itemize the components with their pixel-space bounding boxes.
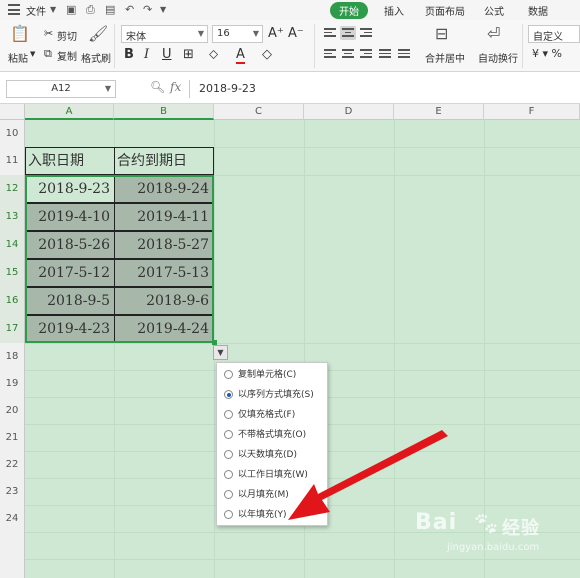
annotation-arrow xyxy=(288,430,448,520)
watermark-logo: Bai xyxy=(415,510,458,535)
paw-icon: 🐾︎ xyxy=(472,512,500,537)
watermark-brand-text: 经验 xyxy=(502,518,540,539)
watermark-url: jingyan.baidu.com xyxy=(447,542,540,553)
red-arrow-icon xyxy=(288,430,448,520)
